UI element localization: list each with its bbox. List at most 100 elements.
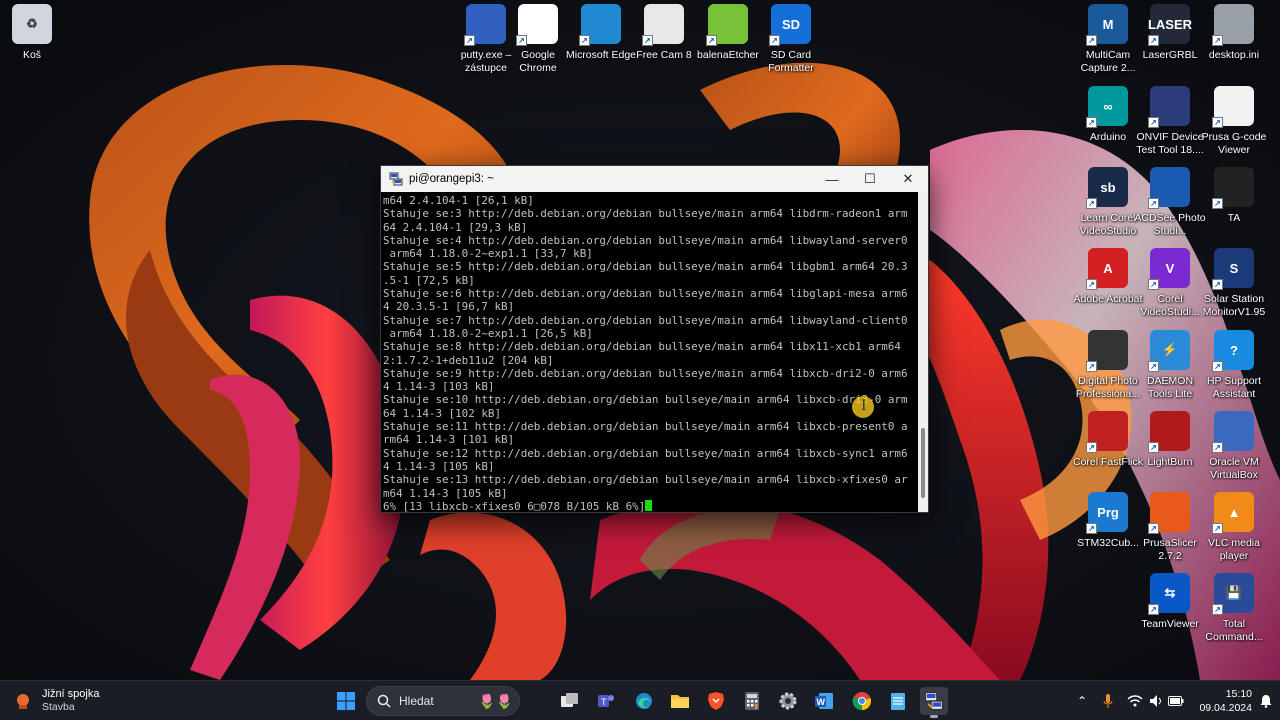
desktop-shortcut[interactable]: ↗ ACDSee Photo Studi... [1134,167,1206,238]
onvif-icon: ↗ [1148,86,1190,128]
terminal-progress-line: 6% [13 libxcb-xfixes0 6□078 B/105 kB 6%] [383,499,918,512]
corel-fastflick-icon: ↗ [1086,411,1128,453]
recycle-bin-icon: ♻ [12,4,52,44]
desktop-shortcut[interactable]: ↗ Microsoft Edge [565,4,637,62]
desktop-shortcut[interactable]: ↗ Prusa G-code Viewer [1198,86,1270,157]
edge-taskbar-button[interactable] [630,687,658,715]
desktop-shortcut[interactable]: ↗ desktop.ini [1198,4,1270,62]
desktop-shortcut[interactable]: ▲ ↗ VLC media player [1198,492,1270,563]
maximize-button[interactable]: ☐ [851,166,889,192]
desktop-shortcut[interactable]: ⇆ ↗ TeamViewer [1134,573,1206,631]
network-button[interactable] [1124,681,1146,720]
folder-icon [671,695,689,708]
settings-button[interactable] [774,687,802,715]
desktop-shortcut[interactable]: ↗ Google Chrome [502,4,574,75]
shortcut-arrow-icon: ↗ [1148,442,1159,453]
shortcut-arrow-icon: ↗ [1086,198,1097,209]
desktop-shortcut-label: LightBurn [1147,456,1193,468]
prusaslicer-icon: ↗ [1148,492,1190,534]
scrollbar-thumb[interactable] [921,428,925,498]
chrome-taskbar-button[interactable] [848,687,876,715]
minimize-button[interactable]: — [813,166,851,192]
shortcut-arrow-icon: ↗ [1212,198,1223,209]
shortcut-arrow-icon: ↗ [1148,361,1159,372]
calculator-icon [745,692,759,710]
taskbar: Jižní spojka Stavba Hledat 🌷🌷 T W ⌃ 15:1… [0,680,1280,720]
stm32cube-icon: Prg ↗ [1086,492,1128,534]
desktop-shortcut[interactable]: ↗ balenaEtcher [692,4,764,62]
terminal-scrollbar[interactable] [918,192,928,512]
volume-button[interactable] [1146,681,1166,720]
weather-widget[interactable]: Jižní spojka Stavba [12,687,99,714]
putty-taskbar-button[interactable] [920,687,948,715]
shortcut-arrow-icon: ↗ [1212,117,1223,128]
terminal-titlebar[interactable]: pi@orangepi3: ~ — ☐ ✕ [381,166,928,192]
brave-button[interactable] [702,687,730,715]
desktop-shortcut[interactable]: ↗ PrusaSlicer 2.7.2 [1134,492,1206,563]
shortcut-arrow-icon: ↗ [1212,442,1223,453]
teams-button[interactable]: T [592,687,620,715]
terminal-line: .5-1 [72,5 kB] [383,273,475,287]
desktop-shortcut[interactable]: SD ↗ SD Card Formatter [755,4,827,75]
terminal-line: Stahuje se:8 http://deb.debian.org/debia… [383,340,901,354]
acdsee-icon: ↗ [1148,167,1190,209]
desktop-shortcut-label: Free Cam 8 [636,49,692,61]
terminal-line: Stahuje se:6 http://deb.debian.org/debia… [383,287,908,301]
desktop-shortcut-label: Corel VideoStudi... [1140,293,1200,318]
desktop-shortcut-label: ACDSee Photo Studi... [1134,212,1206,237]
solar-station-icon: S ↗ [1212,248,1254,290]
arduino-icon: ∞ ↗ [1086,86,1128,128]
desktop-shortcut-label: Total Command... [1205,618,1263,643]
active-window-indicator [930,715,938,718]
desktop-shortcut[interactable]: ? ↗ HP Support Assistant [1198,330,1270,401]
start-button[interactable] [332,687,360,715]
daemon-tools-icon: ⚡ ↗ [1148,330,1190,372]
desktop-shortcut-label: Arduino [1089,131,1127,143]
ta-icon: ↗ [1212,167,1254,209]
desktop-shortcut[interactable]: 💾 ↗ Total Command... [1198,573,1270,644]
terminal-line: 64 2.4.104-1 [29,3 kB] [383,220,528,234]
system-clock[interactable]: 15:10 09.04.2024 [1190,687,1252,715]
desktop-shortcut[interactable]: ⚡ ↗ DAEMON Tools Lite [1134,330,1206,401]
prusa-gcode-viewer-icon: ↗ [1212,86,1254,128]
battery-button[interactable] [1166,681,1186,720]
close-button[interactable]: ✕ [889,166,927,192]
desktop-shortcut[interactable]: ↗ LightBurn [1134,411,1206,469]
desktop-shortcut[interactable]: ↗ Free Cam 8 [628,4,700,62]
desktop-shortcut[interactable]: ↗ TA [1198,167,1270,225]
desktop-shortcut[interactable]: V ↗ Corel VideoStudi... [1134,248,1206,319]
show-hidden-icons-button[interactable]: ⌃ [1072,681,1092,720]
notifications-button[interactable] [1256,681,1276,720]
chrome-icon [852,692,872,711]
vlc-icon: ▲ ↗ [1212,492,1254,534]
desktop-shortcut[interactable]: S ↗ Solar Station MonitorV1.95 [1198,248,1270,319]
desktop-shortcut[interactable]: LASER ↗ LaserGRBL [1134,4,1206,62]
desktop-shortcut[interactable]: ↗ ONVIF Device Test Tool 18.... [1134,86,1206,157]
progress-text: 6% [13 libxcb-xfixes0 6□078 B/105 kB 6%] [383,499,646,512]
shortcut-arrow-icon: ↗ [1148,604,1159,615]
terminal-output[interactable]: m64 2.4.104-1 [26,1 kB] Stahuje se:3 http… [381,192,918,512]
task-view-button[interactable] [556,687,584,715]
desktop-shortcut[interactable]: ↗ Oracle VM VirtualBox [1198,411,1270,482]
traffic-warning-icon [17,693,29,709]
putty-terminal-window[interactable]: pi@orangepi3: ~ — ☐ ✕ m64 2.4.104-1 [26,… [380,165,929,513]
word-button[interactable]: W [810,687,838,715]
speaker-icon [1150,695,1161,707]
calculator-button[interactable] [738,687,766,715]
search-icon [377,694,391,708]
windows-start-icon [337,692,355,710]
notepad-button[interactable] [884,687,912,715]
taskbar-search[interactable]: Hledat 🌷🌷 [366,686,520,716]
desktop-shortcut-label: Microsoft Edge [565,49,637,61]
desktop-shortcut-label: Oracle VM VirtualBox [1209,456,1259,481]
file-explorer-button[interactable] [666,687,694,715]
shortcut-arrow-icon: ↗ [1212,279,1223,290]
desktop-shortcut-label: SD Card Formatter [768,49,814,74]
teams-icon: T [598,695,614,707]
desktop-shortcut[interactable]: ♻ Koš [0,4,68,62]
desktop-shortcut-label: HP Support Assistant [1206,375,1262,400]
text-cursor-icon: I [861,398,867,414]
shortcut-arrow-icon: ↗ [1086,117,1097,128]
freecam-icon: ↗ [642,4,684,46]
microphone-button[interactable] [1098,681,1118,720]
